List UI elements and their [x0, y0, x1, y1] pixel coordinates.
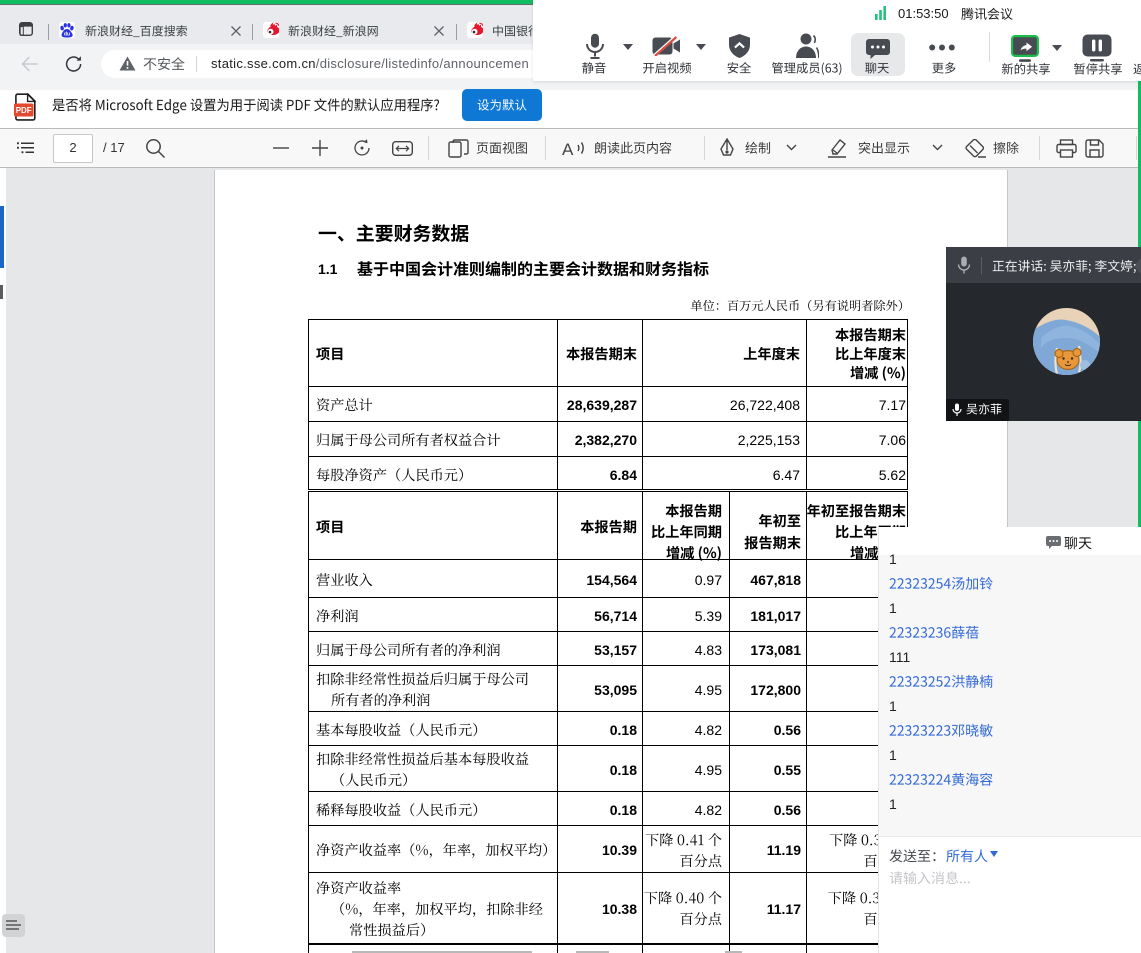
svg-text:PDF: PDF — [16, 106, 32, 115]
svg-text:du: du — [64, 32, 70, 38]
svg-text:A: A — [562, 140, 574, 159]
